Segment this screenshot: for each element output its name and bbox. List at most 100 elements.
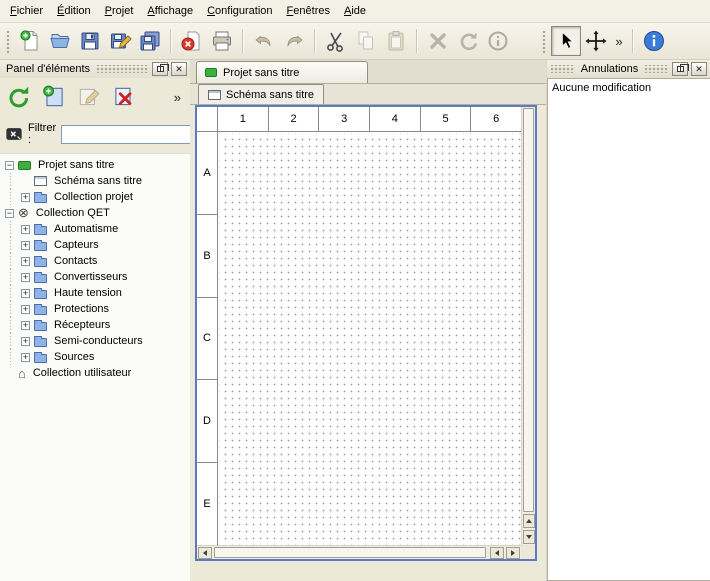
tree-item-semi-conducteurs[interactable]: Semi-conducteurs [0, 333, 190, 349]
select-arrow-icon [554, 29, 578, 53]
delete-button[interactable] [423, 26, 453, 56]
dock-drag-handle[interactable] [644, 65, 669, 73]
ruler-column-label: 6 [471, 107, 521, 131]
about-button[interactable] [639, 26, 669, 56]
menu-affichage[interactable]: Affichage [140, 2, 200, 21]
reload-collections-button[interactable] [4, 82, 34, 112]
ruler-row-label: C [197, 298, 217, 381]
elements-tree: Projet sans titre Schéma sans titre Coll… [0, 153, 190, 581]
tree-item-collection-utilisateur[interactable]: Collection utilisateur [0, 365, 190, 381]
tree-item-convertisseurs[interactable]: Convertisseurs [0, 269, 190, 285]
new-element-button[interactable] [39, 82, 69, 112]
main-area: Panel d'éléments » [0, 60, 710, 581]
tab-schema-sans-titre[interactable]: Schéma sans titre [198, 84, 324, 104]
elements-toolbar-overflow-button[interactable]: » [174, 90, 181, 105]
element-info-button[interactable] [483, 26, 513, 56]
undo-history-dock: Annulations Aucune modification [546, 60, 710, 581]
undo-empty-message: Aucune modification [552, 82, 706, 94]
close-document-icon [180, 29, 204, 53]
scroll-left-button[interactable] [198, 547, 212, 559]
clear-filter-button[interactable] [5, 126, 23, 142]
ruler-column-label: 2 [269, 107, 320, 131]
vertical-scrollbar-thumb[interactable] [523, 108, 534, 512]
menu-aide[interactable]: Aide [337, 2, 373, 21]
expand-icon[interactable] [21, 321, 30, 330]
toolbar-drag-handle[interactable] [5, 29, 11, 53]
save-all-button[interactable] [135, 26, 165, 56]
close-file-button[interactable] [177, 26, 207, 56]
menu-fichier[interactable]: Fichier [3, 2, 50, 21]
tree-item-collection-projet[interactable]: Collection projet [0, 189, 190, 205]
expand-icon[interactable] [21, 225, 30, 234]
toolbar-overflow-button[interactable]: » [611, 26, 627, 56]
cut-button[interactable] [321, 26, 351, 56]
dock-float-button[interactable] [672, 62, 688, 76]
tree-item-automatisme[interactable]: Automatisme [0, 221, 190, 237]
elements-panel-titlebar[interactable]: Panel d'éléments [0, 60, 190, 78]
rotate-button[interactable] [453, 26, 483, 56]
paste-button[interactable] [381, 26, 411, 56]
expand-icon[interactable] [21, 193, 30, 202]
collapse-icon[interactable] [5, 161, 14, 170]
scroll-left-button[interactable] [490, 547, 504, 559]
delete-element-button[interactable] [109, 82, 139, 112]
undo-history-titlebar[interactable]: Annulations [547, 60, 710, 78]
rotate-icon [456, 29, 480, 53]
scroll-up-button[interactable] [523, 514, 535, 528]
expand-icon[interactable] [21, 305, 30, 314]
save-as-button[interactable] [105, 26, 135, 56]
ruler-row-label: A [197, 132, 217, 215]
schema-canvas[interactable] [219, 133, 521, 545]
horizontal-scrollbar[interactable] [197, 545, 521, 559]
expand-icon[interactable] [21, 353, 30, 362]
menu-configuration[interactable]: Configuration [200, 2, 279, 21]
vertical-scrollbar[interactable] [521, 107, 535, 545]
copy-button[interactable] [351, 26, 381, 56]
tab-projet-sans-titre[interactable]: Projet sans titre [196, 61, 368, 83]
tree-item-projet-sans-titre[interactable]: Projet sans titre [0, 157, 190, 173]
expand-icon[interactable] [21, 257, 30, 266]
new-project-button[interactable] [15, 26, 45, 56]
pan-tool-button[interactable] [581, 26, 611, 56]
scroll-down-button[interactable] [523, 530, 535, 544]
menu-projet[interactable]: Projet [98, 2, 141, 21]
print-button[interactable] [207, 26, 237, 56]
expand-icon[interactable] [21, 273, 30, 282]
schema-tab-label: Schéma sans titre [226, 89, 314, 101]
dock-close-button[interactable] [171, 62, 187, 76]
dock-close-button[interactable] [691, 62, 707, 76]
dock-drag-handle[interactable] [550, 65, 575, 73]
open-project-button[interactable] [45, 26, 75, 56]
scroll-right-button[interactable] [506, 547, 520, 559]
redo-button[interactable] [279, 26, 309, 56]
horizontal-scrollbar-thumb[interactable] [214, 547, 486, 558]
expand-icon[interactable] [21, 241, 30, 250]
tree-item-sources[interactable]: Sources [0, 349, 190, 365]
tree-item-contacts[interactable]: Contacts [0, 253, 190, 269]
tree-item-capteurs[interactable]: Capteurs [0, 237, 190, 253]
open-folder-icon [48, 29, 72, 53]
toolbar-drag-handle[interactable] [541, 29, 547, 53]
menu-edition[interactable]: Édition [50, 2, 98, 21]
paste-icon [384, 29, 408, 53]
tree-item-protections[interactable]: Protections [0, 301, 190, 317]
tree-item-label: Protections [52, 302, 111, 316]
dock-float-button[interactable] [152, 62, 168, 76]
tree-item-haute-tension[interactable]: Haute tension [0, 285, 190, 301]
ruler-corner [197, 107, 218, 132]
tree-item-schema-sans-titre[interactable]: Schéma sans titre [0, 173, 190, 189]
dock-drag-handle[interactable] [96, 65, 149, 73]
edit-element-button[interactable] [74, 82, 104, 112]
collapse-icon[interactable] [5, 209, 14, 218]
save-button[interactable] [75, 26, 105, 56]
filter-input[interactable] [61, 125, 211, 144]
expand-icon[interactable] [21, 289, 30, 298]
menu-fenetres[interactable]: Fenêtres [280, 2, 337, 21]
pan-move-icon [584, 29, 608, 53]
select-tool-button[interactable] [551, 26, 581, 56]
tree-item-recepteurs[interactable]: Récepteurs [0, 317, 190, 333]
undo-history-list[interactable]: Aucune modification [547, 78, 710, 581]
tree-item-collection-qet[interactable]: Collection QET [0, 205, 190, 221]
undo-button[interactable] [249, 26, 279, 56]
expand-icon[interactable] [21, 337, 30, 346]
